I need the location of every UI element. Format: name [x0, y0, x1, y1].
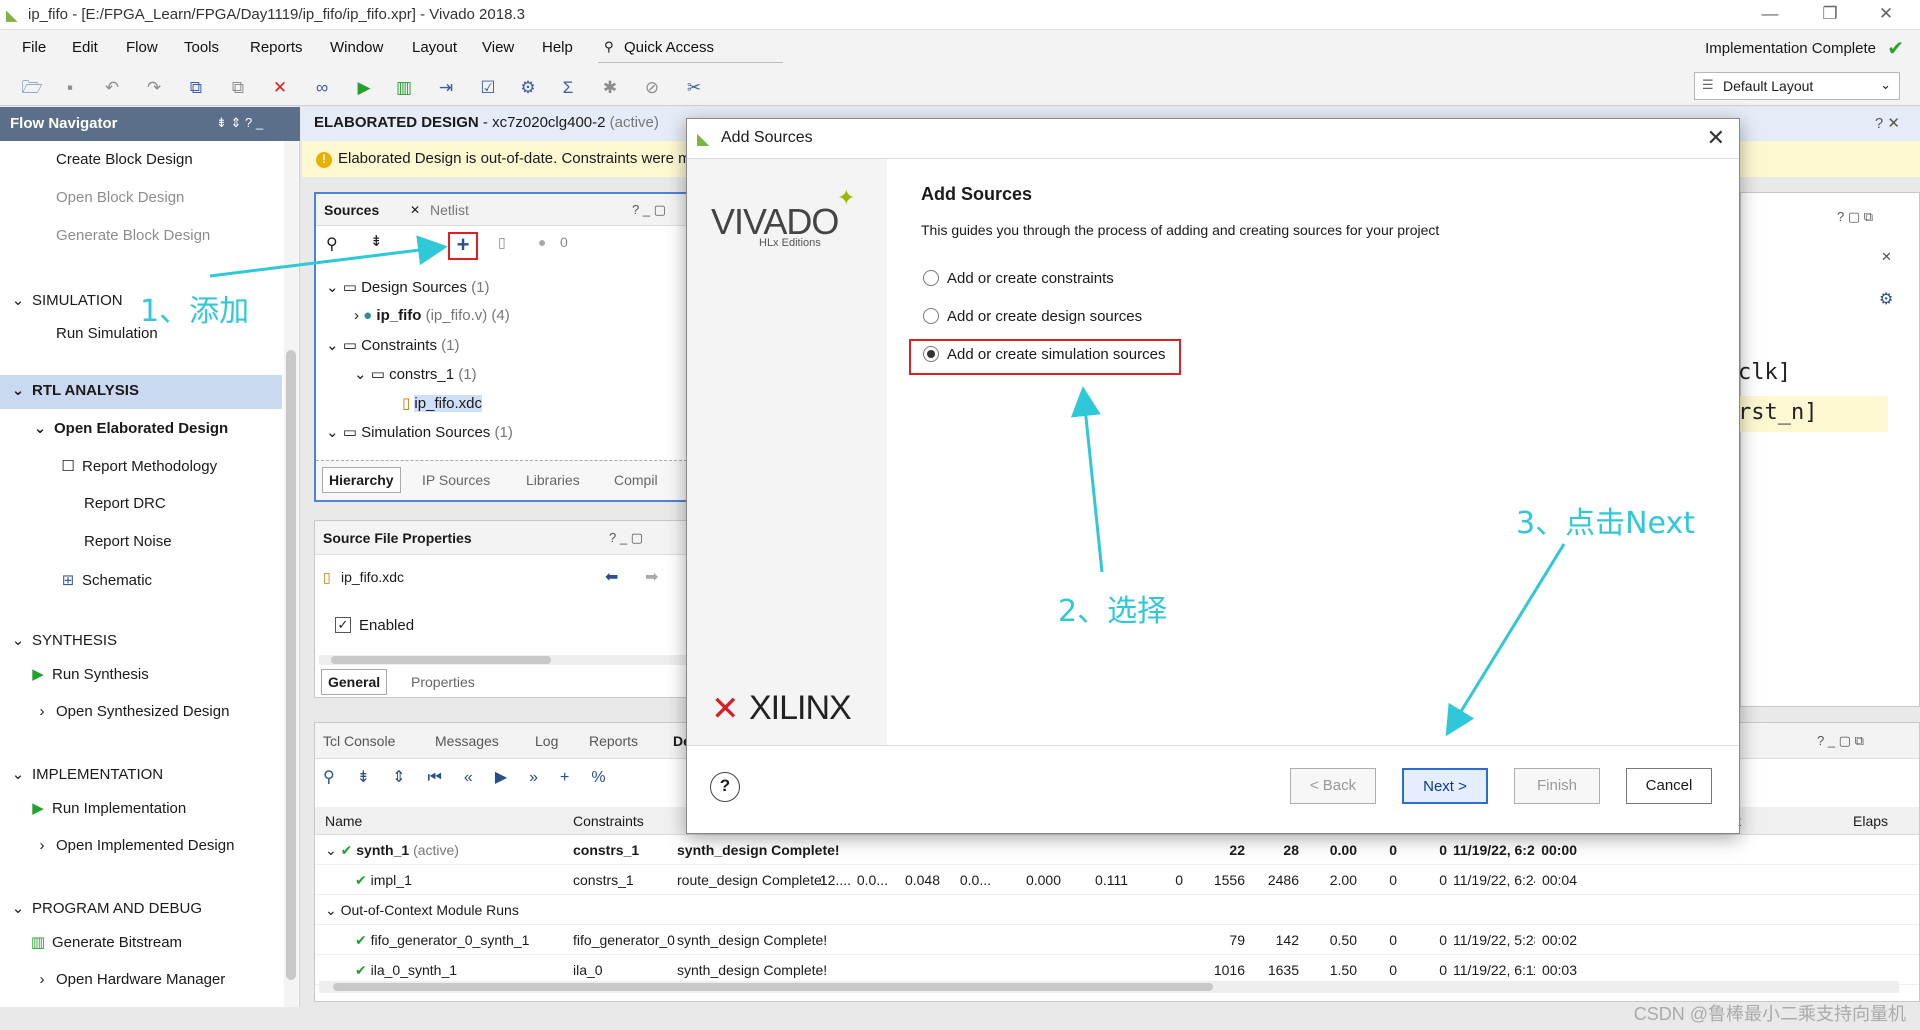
arrow-1 [209, 235, 448, 278]
annotation-add: 1、添加 [140, 294, 250, 329]
arrow-2 [1070, 386, 1104, 573]
annotation-select: 2、选择 [1058, 594, 1168, 629]
annotation-click-next: 3、点击Next [1516, 506, 1695, 541]
arrow-3 [1445, 543, 1566, 737]
watermark: CSDN @鲁棒最小二乘支持向量机 [1633, 1004, 1906, 1024]
